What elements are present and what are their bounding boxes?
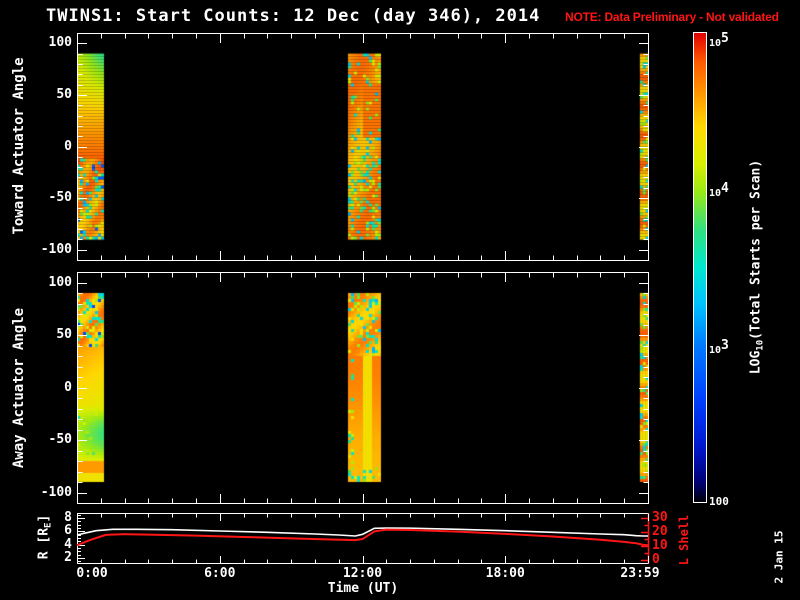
- ytick-label-lshell: 20: [652, 524, 668, 540]
- ytick-label-r: 2: [64, 550, 72, 565]
- date-stamp: 2 Jan 15: [772, 530, 786, 584]
- ytick-label-away: 50: [56, 327, 72, 342]
- colorbar-tick-label: 103: [709, 337, 729, 356]
- ylabel-toward: Toward Actuator Angle: [11, 57, 27, 235]
- ytick-label-toward: 100: [48, 35, 72, 51]
- ytick-label-lshell: 30: [652, 510, 668, 526]
- ytick-label-toward: -100: [40, 241, 72, 257]
- xtick-label: 12:00: [342, 566, 383, 581]
- ytick-label-away: 0: [64, 379, 72, 395]
- colorbar: [693, 32, 707, 503]
- ylabel-away: Away Actuator Angle: [11, 307, 27, 469]
- ytick-label-toward: -50: [48, 190, 72, 206]
- colorbar-tick-label: 104: [709, 181, 729, 200]
- ytick-label-toward: 50: [56, 86, 72, 102]
- colorbar-tick-label: 100: [709, 495, 729, 508]
- xaxis-label: Time (UT): [327, 581, 399, 596]
- ytick-label-toward: 0: [64, 138, 72, 154]
- xtick-label: 0:00: [76, 566, 108, 581]
- preliminary-note: NOTE: Data Preliminary - Not validated: [565, 10, 779, 24]
- ytick-label-lshell: 10: [652, 537, 668, 553]
- xtick-label: 6:00: [204, 566, 236, 581]
- figure-root: TWINS1: Start Counts: 12 Dec (day 346), …: [0, 0, 800, 600]
- ytick-label-away: -100: [40, 484, 72, 500]
- page-title: TWINS1: Start Counts: 12 Dec (day 346), …: [46, 6, 541, 26]
- colorbar-tick-label: 105: [709, 31, 729, 49]
- xtick-label: 18:00: [485, 566, 525, 581]
- ytick-label-away: 100: [48, 274, 72, 290]
- colorbar-label: LOG10(Total Starts per Scan): [748, 159, 766, 375]
- xtick-label: 23:59: [620, 566, 660, 581]
- ytick-label-lshell: 0: [652, 551, 660, 567]
- ytick-label-away: -50: [48, 432, 72, 447]
